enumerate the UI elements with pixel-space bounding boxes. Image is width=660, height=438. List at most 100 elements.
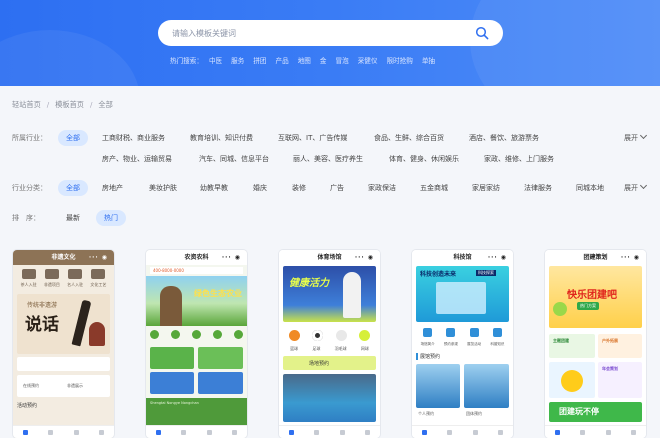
more-icon: ··· ◉ [221,254,241,261]
card-title: 非遗文化 [51,254,76,261]
industry-option[interactable]: 食品、生鲜、综合百货 [374,133,444,143]
template-card[interactable]: 非遗文化 ··· ◉ 茶人入驻 非遗项目 名人入驻 文化工艺 传统非遗游 说话 在线预约… [13,250,114,438]
banner-headline: 绿色生态农业 [194,289,242,298]
section-title: 展馆预约 [416,353,440,360]
industry-all[interactable]: 全部 [58,130,88,146]
card-title-bar: 非遗文化 ··· ◉ [13,250,114,265]
hot-search-item[interactable]: 冒泡 [336,55,349,65]
banner-image: 绿色生态农业 [146,276,247,326]
icon-row [283,330,376,344]
industry-option[interactable]: 工商财税、商业服务 [102,133,165,143]
category-option[interactable]: 五金商城 [420,183,448,193]
home-icon [422,429,428,435]
icon-label: 展览活动 [467,342,482,346]
category-icon [91,269,106,279]
sort-label: 排 序： [12,214,40,222]
chevron-down-icon [639,131,648,140]
category-option[interactable]: 法律服务 [524,183,552,193]
farmer-image [160,286,182,326]
card-title: 科技馆 [453,254,472,261]
category-icon [492,328,502,337]
industry-option[interactable]: 酒店、餐饮、旅游票务 [469,133,539,143]
category-expand-button[interactable]: 展开 [624,181,648,193]
banner-image: 健康活力 [283,266,376,322]
breadcrumb-templates[interactable]: 模板首页 [55,100,84,110]
product-tile [198,347,243,369]
template-card[interactable]: 农资农科 ··· ◉ 400-8000-0000 绿色生态农业 Shengtai … [146,250,247,438]
industry-expand-button[interactable]: 展开 [624,131,648,143]
category-all[interactable]: 全部 [58,180,88,196]
feature-tiles: 在线预约 非遗展示 [17,375,110,397]
hot-search-item[interactable]: 拼团 [253,55,266,65]
industry-option[interactable]: 汽车、同城、信息平台 [199,154,269,164]
nav-icon [339,429,345,435]
template-card[interactable]: 科技馆 ··· ◉ 科技创造未来 科技探索 场馆简介 预约参观 展览活动 科普知识 展馆… [412,250,513,438]
booking-banner[interactable]: 场地预约 [283,356,376,370]
category-option[interactable]: 同城本地 [576,183,604,193]
icon-row [150,330,243,342]
industry-option[interactable]: 房产、物业、运输贸易 [102,154,172,164]
hot-search-item[interactable]: 金 [320,55,327,65]
hot-search-item[interactable]: 产品 [276,55,289,65]
phone-number: 400-8000-0000 [153,268,184,273]
booking-label: 场地预约 [309,361,330,367]
plan-tile: 年会策划 [598,362,642,398]
industry-option[interactable]: 体育、健身、休闲娱乐 [389,154,459,164]
search-icon[interactable] [475,26,489,40]
hot-label: 热门搜索： [170,57,203,65]
section-title: 活动预约 [17,403,38,409]
industry-filter: 所属行业： 全部 工商财税、商业服务 教育培训、知识付费 互联网、IT、广告传媒… [12,130,652,173]
plan-tile: 主题团建 [549,334,595,358]
category-option[interactable]: 房地产 [102,183,123,193]
hot-search-item[interactable]: 采健仪 [358,55,378,65]
user-icon [630,429,636,435]
icon-label: 场馆简介 [420,342,435,346]
industry-option[interactable]: 家政、维修、上门服务 [484,154,554,164]
category-option[interactable]: 装修 [292,183,306,193]
hot-search-item[interactable]: 服务 [231,55,244,65]
search-box [158,20,503,46]
hot-search-item[interactable]: 限时抢购 [386,55,412,65]
breadcrumb-current: 全部 [98,100,113,109]
card-title-bar: 体育场馆 ··· ◉ [279,250,380,265]
category-option[interactable]: 家政保洁 [368,183,396,193]
industry-option[interactable]: 教育培训、知识付费 [190,133,253,143]
nav-icon [73,429,79,435]
icon-label: 网球 [360,346,369,351]
icon-label: 羽毛球 [334,346,347,351]
template-card[interactable]: 团建策划 ··· ◉ 快乐团建吧 热门方案 主题团建 户外拓展 年会策划 团建玩不… [545,250,646,438]
industry-option[interactable]: 丽人、美容、医疗养生 [293,154,363,164]
icon-label: 名人入驻 [67,282,84,287]
category-option[interactable]: 美妆护肤 [149,183,177,193]
info-strip [17,357,110,371]
product-tile [150,372,194,394]
banner-image: 快乐团建吧 热门方案 [549,266,642,328]
basketball-icon [289,330,301,341]
search-input[interactable] [172,26,462,40]
hot-search-item[interactable]: 地图 [298,55,311,65]
user-icon [231,429,237,435]
industry-option[interactable]: 互联网、IT、广告传媒 [278,133,347,143]
icon-labels: 场馆简介 预约参观 展览活动 科普知识 [416,342,509,347]
home-icon [156,429,162,435]
category-option[interactable]: 幼教早教 [200,183,228,193]
template-card[interactable]: 体育场馆 ··· ◉ 健康活力 篮球 足球 羽毛球 网球 场地预约 [279,250,380,438]
contact-strip: 400-8000-0000 [150,267,243,274]
hot-search-item[interactable]: 单抽 [422,55,435,65]
plan-tile: 户外拓展 [598,334,642,358]
hot-search-item[interactable]: 中医 [209,55,222,65]
player-image [343,272,361,318]
icon-label: 非遗项目 [43,282,60,287]
category-option[interactable]: 家居家纺 [472,183,500,193]
hero-decoration [470,0,660,86]
sort-latest[interactable]: 最新 [66,213,80,223]
banner-image: 科技创造未来 科技探索 [416,266,509,322]
category-option[interactable]: 广告 [330,183,344,193]
bottom-nav [412,425,513,438]
icon-label: 预约参观 [443,342,458,346]
hero-banner: 热门搜索： 中医 服务 拼团 产品 地图 金 冒泡 采健仪 限时抢购 单抽 [0,0,660,86]
sort-popular[interactable]: 热门 [96,210,126,226]
category-option[interactable]: 婚庆 [253,183,267,193]
bottom-nav [545,425,646,438]
breadcrumb-home[interactable]: 轻站首页 [12,100,41,110]
